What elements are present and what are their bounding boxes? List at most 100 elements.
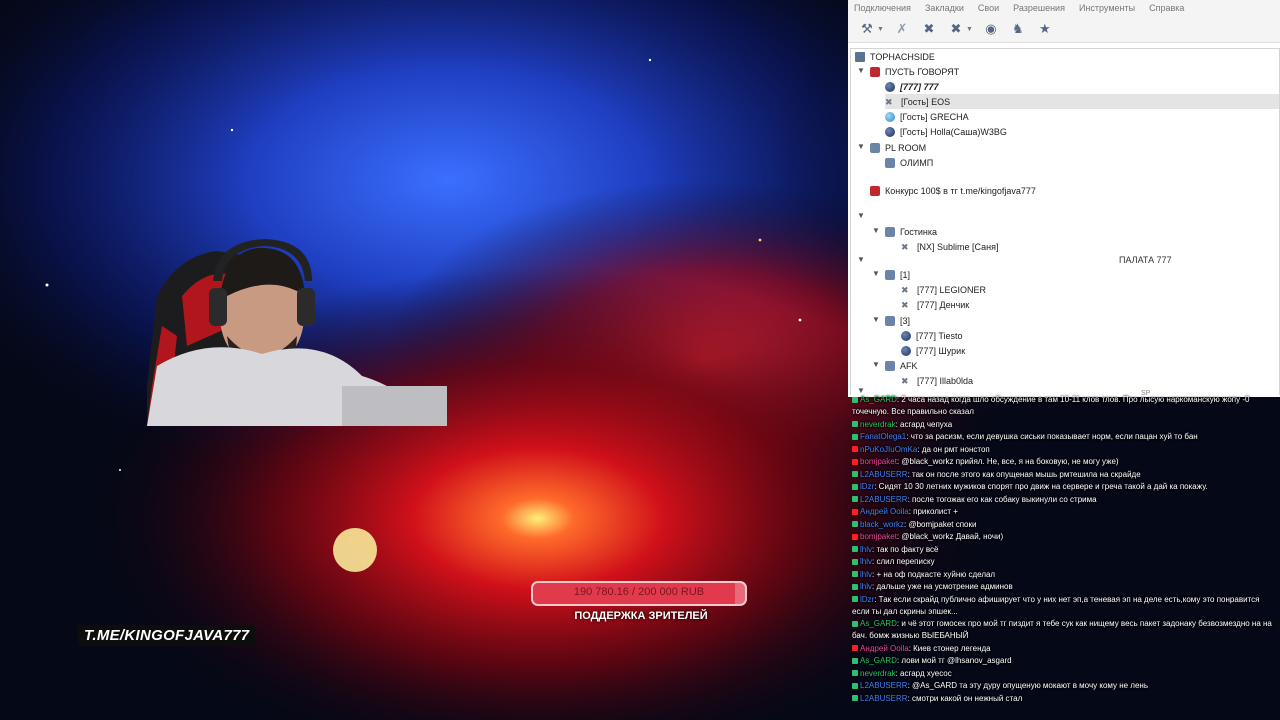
webcam-feed [147, 236, 447, 426]
channel-name: PL ROOM [885, 142, 927, 153]
menu-self[interactable]: Свои [978, 3, 999, 13]
twitch-icon [852, 521, 858, 528]
channel-icon [885, 360, 895, 371]
connect-dropdown-icon[interactable]: ▼ [877, 26, 884, 33]
chat-text: асгард хуесос [900, 668, 952, 678]
chevron-down-icon[interactable]: ▼ [872, 269, 880, 278]
channel-name: Конкурс 100$ в тг t.me/kingofjava777 [885, 185, 1036, 196]
channel-icon [885, 226, 895, 237]
chevron-down-icon[interactable]: ▼ [857, 142, 865, 151]
channel-row[interactable]: AFK [885, 358, 918, 373]
disconnect-icon[interactable]: ✗ [893, 20, 911, 38]
muted-icon: ✖ [901, 299, 909, 310]
chevron-down-icon[interactable]: ▼ [857, 66, 865, 75]
menu-tools[interactable]: Инструменты [1079, 3, 1135, 13]
youtube-icon [852, 645, 858, 652]
channel-row[interactable]: [1] [885, 267, 910, 282]
chat-username: lhlv [860, 582, 873, 591]
donation-progress-bar: 190 780.16 / 200 000 RUB [531, 581, 747, 606]
chat-text: лови мой тг @lhsanov_asgard [901, 656, 1012, 665]
chat-text: Сидят 10 30 летних мужиков спорят про дв… [878, 482, 1208, 491]
twitch-icon [852, 471, 858, 478]
chat-username: Андрей Ooila [860, 507, 909, 516]
away-icon[interactable]: ◉ [982, 20, 1000, 38]
channel-row[interactable]: ОЛИМП [885, 155, 933, 170]
speaker-dropdown-icon[interactable]: ▼ [966, 26, 973, 33]
server-info-icon[interactable]: ★ [1036, 20, 1054, 38]
user-row[interactable]: ✖ [777] Денчик [901, 297, 969, 312]
twitch-icon [852, 620, 858, 627]
contacts-icon[interactable]: ♞ [1009, 20, 1027, 38]
menu-permissions[interactable]: Разрешения [1013, 3, 1065, 13]
user-row[interactable]: ✖ [777] Illab0lda [901, 373, 973, 388]
twitch-icon [852, 571, 858, 578]
twitch-icon [852, 657, 858, 664]
muted-icon: ✖ [901, 241, 909, 252]
twitch-icon [852, 546, 858, 553]
channel-row[interactable]: Гостинка [885, 224, 937, 239]
user-row[interactable]: [777] Шурик [901, 343, 965, 358]
chat-message: L2ABUSERR: после тогожак его как собаку … [852, 494, 1277, 506]
user-name: [777] LEGIONER [917, 284, 987, 295]
connect-icon[interactable]: ⚒ [858, 20, 876, 38]
chat-message: As_GARD: лови мой тг @lhsanov_asgard [852, 655, 1277, 667]
menu-bookmarks[interactable]: Закладки [925, 3, 964, 13]
spacer-channel-label[interactable]: ПАЛАТА 777 [1119, 255, 1172, 265]
user-name: [777] Шурик [916, 345, 966, 356]
chat-username: L2ABUSERR [860, 693, 908, 703]
chevron-down-icon[interactable]: ▼ [857, 255, 865, 264]
channel-red-icon [870, 66, 880, 77]
user-row[interactable]: [Гость] GRECHA [885, 109, 969, 124]
donation-caption: ПОДДЕРЖКА ЗРИТЕЛЕЙ [574, 610, 708, 622]
microphone-mute-icon[interactable]: ✖ [920, 20, 938, 38]
user-row[interactable]: ✖ [NX] Sublime [Саня] [901, 239, 998, 254]
channel-row[interactable]: PL ROOM [870, 140, 926, 155]
menu-bar: Подключения Закладки Свои Разрешения Инс… [848, 0, 1280, 16]
channel-row[interactable]: ПУСТЬ ГОВОРЯТ [870, 64, 959, 79]
chevron-down-icon[interactable]: ▼ [872, 226, 880, 235]
chat-text: да он рмт нонстоп [921, 444, 990, 454]
user-row[interactable]: [777] 777 [885, 79, 939, 94]
user-status-icon [885, 81, 895, 92]
channel-name: ПУСТЬ ГОВОРЯТ [885, 66, 960, 77]
telegram-overlay-link: T.ME/KINGOFJAVA777 [78, 625, 256, 646]
user-row-selected[interactable]: ✖ [Гость] EOS [885, 94, 1279, 109]
twitch-icon [852, 483, 858, 490]
chevron-down-icon[interactable]: ▼ [857, 211, 865, 220]
user-row[interactable]: [777] Tiesto [901, 328, 963, 343]
chat-text: асгард чепуха [900, 419, 953, 429]
muted-icon: ✖ [901, 375, 909, 386]
twitch-icon [852, 583, 858, 590]
chat-username: nPuKoJIuOmKa [860, 444, 918, 454]
user-name: [Гость] GRECHA [900, 111, 969, 122]
twitch-icon [852, 682, 858, 689]
chat-username: lDzr [860, 594, 875, 604]
channel-icon [885, 157, 895, 168]
chat-username: bomjpaket [860, 532, 897, 541]
twitch-icon [852, 695, 858, 702]
channel-name: AFK [900, 360, 918, 371]
chevron-down-icon[interactable]: ▼ [872, 315, 880, 324]
channel-name: [3] [900, 315, 911, 326]
user-row[interactable]: [Гость] Holla(Саша)W3BG [885, 124, 1007, 139]
chat-text: @bomjpaket споки [908, 519, 977, 529]
speaker-mute-icon[interactable]: ✖ [947, 20, 965, 38]
user-name: [777] Tiesto [916, 330, 963, 341]
chat-username: As_GARD [860, 656, 897, 665]
chat-text: Так если скрайд публично афиширует что у… [852, 594, 1260, 616]
user-status-icon [885, 111, 895, 122]
user-row[interactable]: ✖ [777] LEGIONER [901, 282, 986, 297]
twitch-icon [852, 496, 858, 503]
menu-connections[interactable]: Подключения [854, 3, 911, 13]
chat-username: lhlv [860, 569, 873, 579]
menu-help[interactable]: Справка [1149, 3, 1184, 13]
server-row[interactable]: TOPHACHSIDE [855, 49, 935, 64]
channel-row[interactable]: [3] [885, 313, 910, 328]
chat-message: As_GARD: 2 часа назад когда шло обсужден… [852, 394, 1277, 418]
muted-icon: ✖ [885, 96, 893, 107]
user-name: [777] Illab0lda [917, 375, 974, 386]
chat-message: bomjpaket: @black_workz Давай, ночи) [852, 531, 1277, 543]
chat-text: приколист + [913, 507, 958, 516]
chevron-down-icon[interactable]: ▼ [872, 360, 880, 369]
channel-row[interactable]: Конкурс 100$ в тг t.me/kingofjava777 [870, 183, 1036, 198]
